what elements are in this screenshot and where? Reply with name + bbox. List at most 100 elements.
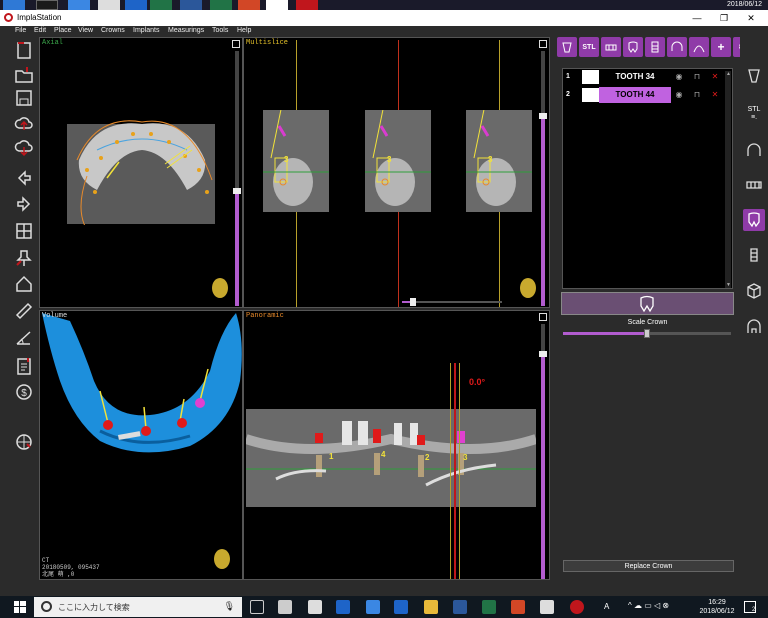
app-icon[interactable]: [238, 0, 260, 10]
menu-place[interactable]: Place: [54, 27, 72, 34]
axial-viewport[interactable]: Axial: [39, 37, 243, 308]
slider-thumb[interactable]: [539, 351, 547, 357]
ie-icon[interactable]: [394, 600, 408, 614]
panoramic-viewport[interactable]: Panoramic 0.0° 1 4 2 3: [243, 310, 550, 580]
tooth-name[interactable]: TOOTH 44: [599, 87, 671, 103]
scale-slider-thumb[interactable]: [644, 329, 650, 338]
stl-icon[interactable]: STL ≡.: [743, 103, 765, 125]
head-orientation-icon[interactable]: [212, 547, 232, 571]
app-icon[interactable]: [366, 600, 380, 614]
denture-icon[interactable]: [601, 37, 621, 57]
volume-viewport[interactable]: Volume CT 20180509, 095437 北尾 萌 ,0: [39, 310, 243, 580]
eye-icon[interactable]: ◉: [673, 71, 685, 83]
app-icon[interactable]: [125, 0, 147, 10]
pano-slice-line[interactable]: [454, 363, 456, 579]
head-orientation-icon[interactable]: [518, 276, 538, 300]
new-document-icon[interactable]: [13, 39, 35, 61]
arrow-right-icon[interactable]: [13, 193, 35, 215]
windows-start-icon[interactable]: [14, 601, 26, 613]
clock[interactable]: 16:29 2018/06/12: [696, 598, 738, 616]
maximize-icon[interactable]: [232, 40, 240, 48]
tooth-color-swatch[interactable]: [582, 88, 599, 102]
task-view-icon[interactable]: [250, 600, 264, 614]
implant-icon[interactable]: [743, 65, 765, 87]
replace-crown-button[interactable]: Replace Crown: [563, 560, 734, 572]
head-orientation-icon[interactable]: [210, 276, 230, 300]
list-scrollbar[interactable]: ▲ ▼: [725, 71, 731, 288]
tooth-color-swatch[interactable]: [582, 70, 599, 84]
stl-button[interactable]: STL: [579, 37, 599, 57]
arch-icon[interactable]: [743, 139, 765, 161]
multislice-viewport[interactable]: Multislice 3 3 3: [243, 37, 550, 308]
word-icon[interactable]: [453, 600, 467, 614]
menu-tools[interactable]: Tools: [212, 27, 228, 34]
menu-edit[interactable]: Edit: [34, 27, 46, 34]
edge-icon[interactable]: [336, 600, 350, 614]
angle-measure-icon[interactable]: [13, 327, 35, 349]
slider-thumb[interactable]: [539, 113, 547, 119]
delete-icon[interactable]: ✕: [709, 89, 721, 101]
taskbar-search[interactable]: ここに入力して検索 🎙: [34, 597, 242, 617]
crown-icon[interactable]: [743, 209, 765, 231]
report-icon[interactable]: [13, 355, 35, 377]
cloud-upload-icon[interactable]: [13, 113, 35, 135]
price-icon[interactable]: $: [13, 381, 35, 403]
axial-slider[interactable]: [233, 51, 241, 306]
arch-curve-icon[interactable]: [689, 37, 709, 57]
app-icon[interactable]: [210, 0, 232, 10]
menu-measurings[interactable]: Measurings: [168, 27, 204, 34]
minimize-button[interactable]: —: [686, 11, 708, 25]
add-button[interactable]: +: [711, 37, 731, 57]
eye-icon[interactable]: ◉: [673, 89, 685, 101]
slice-scroll-thumb[interactable]: [410, 298, 416, 306]
menu-crowns[interactable]: Crowns: [101, 27, 125, 34]
tooth-name[interactable]: TOOTH 34: [599, 69, 671, 85]
app-icon[interactable]: [180, 0, 202, 10]
tray-icons[interactable]: ^ ☁ ▭ ◁ ⊗: [628, 601, 669, 610]
app-icon[interactable]: [150, 0, 172, 10]
menu-implants[interactable]: Implants: [133, 27, 159, 34]
app-icon[interactable]: [68, 0, 90, 10]
pin-icon[interactable]: [13, 247, 35, 269]
abutment-icon[interactable]: [645, 37, 665, 57]
menu-view[interactable]: View: [78, 27, 93, 34]
slider-thumb[interactable]: [233, 188, 241, 194]
restore-button[interactable]: ❐: [713, 11, 735, 25]
menu-help[interactable]: Help: [237, 27, 251, 34]
ime-indicator[interactable]: A: [604, 602, 609, 611]
arrow-left-icon[interactable]: [13, 167, 35, 189]
tooth-row[interactable]: 1 TOOTH 34 ◉ ⊓ ✕: [563, 69, 722, 85]
home-icon[interactable]: [13, 273, 35, 295]
abutment-icon[interactable]: [743, 244, 765, 266]
tooth-row[interactable]: 2 TOOTH 44 ◉ ⊓ ✕: [563, 87, 722, 103]
save-icon[interactable]: [13, 87, 35, 109]
scale-crown-slider[interactable]: [563, 329, 731, 338]
lock-icon[interactable]: ⊓: [691, 89, 703, 101]
maximize-icon[interactable]: [539, 40, 547, 48]
app-icon[interactable]: [3, 0, 25, 10]
maximize-icon[interactable]: [539, 313, 547, 321]
store-icon[interactable]: [278, 600, 292, 614]
scroll-up-icon[interactable]: ▲: [726, 71, 731, 77]
excel-icon[interactable]: [482, 600, 496, 614]
app-icon[interactable]: [98, 0, 120, 10]
slice-scroll[interactable]: [402, 298, 502, 306]
panoramic-slider[interactable]: [539, 324, 547, 579]
ruler-icon[interactable]: [13, 300, 35, 322]
powerpoint-icon[interactable]: [511, 600, 525, 614]
denture-icon[interactable]: [743, 174, 765, 196]
app-icon[interactable]: [266, 0, 288, 10]
cube-icon[interactable]: [743, 280, 765, 302]
open-folder-icon[interactable]: [13, 64, 35, 86]
lock-icon[interactable]: ⊓: [691, 71, 703, 83]
multislice-slider[interactable]: [539, 51, 547, 306]
app-icon[interactable]: [36, 0, 58, 10]
microphone-icon[interactable]: 🎙: [224, 601, 235, 612]
globe-icon[interactable]: [13, 431, 35, 453]
scale-crown-button[interactable]: [561, 292, 734, 315]
photos-icon[interactable]: [540, 600, 554, 614]
cloud-download-icon[interactable]: [13, 138, 35, 160]
layout-icon[interactable]: [13, 220, 35, 242]
close-button[interactable]: ✕: [740, 11, 762, 25]
mail-icon[interactable]: [308, 600, 322, 614]
